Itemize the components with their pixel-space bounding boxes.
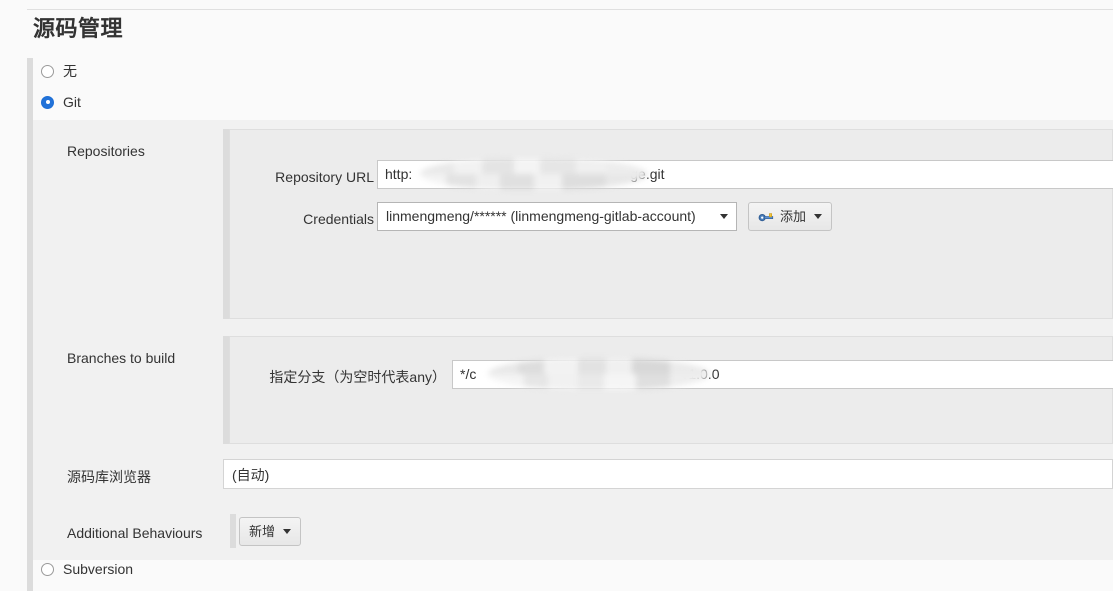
scm-option-git[interactable]: Git xyxy=(41,94,81,110)
branches-section-label: Branches to build xyxy=(67,350,176,366)
caret-down-icon xyxy=(283,529,292,534)
additional-behaviours-row: Additional Behaviours 新增 xyxy=(33,505,1113,560)
caret-down-icon xyxy=(814,214,823,219)
top-divider xyxy=(27,9,1113,10)
radio-none[interactable] xyxy=(41,64,54,78)
repositories-panel: Repository URL http: ge.git Credentials … xyxy=(229,129,1113,319)
scm-option-none-label: 无 xyxy=(63,63,77,79)
add-credentials-label: 添加 xyxy=(780,208,807,224)
page-title: 源码管理 xyxy=(33,16,124,41)
branches-panel: 指定分支（为空时代表any） */c v1.0.0 xyxy=(229,336,1113,444)
repository-url-suffix: ge.git xyxy=(630,166,665,182)
credentials-select[interactable]: linmengmeng/****** (linmengmeng-gitlab-a… xyxy=(377,202,737,231)
repository-browser-select[interactable]: (自动) xyxy=(223,459,1113,489)
scm-section: 无 Git Repositories Repository URL http: g… xyxy=(27,58,1113,591)
radio-subversion[interactable] xyxy=(41,562,54,576)
additional-behaviours-add-label: 新增 xyxy=(249,523,276,539)
repositories-row: Repositories Repository URL http: ge.git xyxy=(33,120,1113,327)
scm-option-subversion-label: Subversion xyxy=(63,561,134,577)
scm-config-page: 源码管理 无 Git Repositories Repository URL h… xyxy=(0,0,1113,591)
radio-git[interactable] xyxy=(41,95,54,109)
credentials-label: Credentials xyxy=(303,211,374,227)
chevron-down-icon xyxy=(720,214,728,219)
branch-specifier-label: 指定分支（为空时代表any） xyxy=(269,369,446,385)
repository-browser-row: 源码库浏览器 (自动) xyxy=(33,451,1113,505)
repository-browser-value: (自动) xyxy=(232,467,270,483)
branch-specifier-suffix: v1.0.0 xyxy=(681,366,720,382)
add-credentials-button[interactable]: 添加 xyxy=(748,202,833,231)
branch-specifier-input[interactable]: */c v1.0.0 xyxy=(452,360,1113,389)
key-icon xyxy=(758,212,774,221)
scm-option-subversion[interactable]: Subversion xyxy=(41,561,133,577)
repository-browser-label: 源码库浏览器 xyxy=(67,469,151,485)
repository-url-label: Repository URL xyxy=(275,169,374,185)
branches-row: Branches to build 指定分支（为空时代表any） */c v1.0… xyxy=(33,327,1113,451)
scm-option-git-label: Git xyxy=(63,94,81,110)
repositories-section-label: Repositories xyxy=(67,143,145,159)
additional-behaviours-handle-bar[interactable] xyxy=(230,514,236,548)
additional-behaviours-label: Additional Behaviours xyxy=(67,525,203,541)
scm-option-none[interactable]: 无 xyxy=(41,63,77,79)
additional-behaviours-add-button[interactable]: 新增 xyxy=(239,517,302,546)
repository-url-input[interactable]: http: ge.git xyxy=(377,160,1113,189)
credentials-value: linmengmeng/****** (linmengmeng-gitlab-a… xyxy=(386,208,696,224)
git-config-body: Repositories Repository URL http: ge.git xyxy=(33,120,1113,560)
repository-url-prefix: http: xyxy=(385,166,413,182)
branch-specifier-prefix: */c xyxy=(460,366,477,382)
